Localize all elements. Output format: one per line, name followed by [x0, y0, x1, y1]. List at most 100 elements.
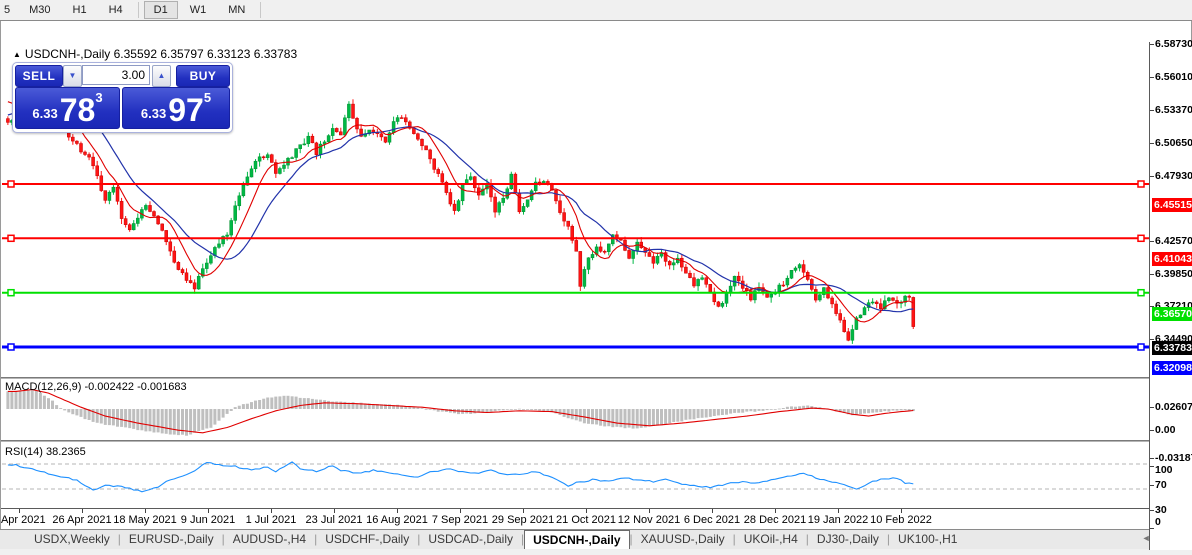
- date-tick-mark: [271, 509, 272, 513]
- hline-handle[interactable]: [1138, 344, 1144, 350]
- date-tick-mark: [397, 509, 398, 513]
- hline-handle[interactable]: [1138, 235, 1144, 241]
- price-tick-label: 6.42570: [1155, 235, 1192, 247]
- period-button-d1[interactable]: D1: [144, 1, 178, 19]
- price-tick-mark: [1150, 44, 1154, 45]
- chart-title-symbol: USDCNH-,Daily: [25, 47, 110, 61]
- date-tick-label: 9 Jun 2021: [181, 514, 235, 526]
- pane-separator-2[interactable]: [1, 440, 1149, 442]
- price-tick-label: 6.47930: [1155, 170, 1192, 182]
- date-tick-mark: [82, 509, 83, 513]
- tab-usdchf-daily[interactable]: USDCHF-,Daily: [317, 530, 417, 549]
- sell-price-button[interactable]: 6.33 78 3: [15, 87, 120, 129]
- period-toolbar: 5M30H1H4 D1W1MN: [0, 0, 1192, 21]
- collapse-triangle-icon[interactable]: ▲: [13, 50, 21, 59]
- bid-main: 78: [60, 95, 96, 125]
- buy-button[interactable]: BUY: [176, 65, 230, 87]
- price-tick-label: 6.53370: [1155, 104, 1192, 116]
- volume-increase-button[interactable]: ▲: [152, 65, 171, 87]
- tab-eurusd-daily[interactable]: EURUSD-,Daily: [121, 530, 222, 549]
- bid-superscript: 3: [95, 90, 102, 105]
- date-tick-label: 23 Jul 2021: [306, 514, 363, 526]
- buy-price-button[interactable]: 6.33 97 5: [122, 87, 230, 129]
- date-tick-mark: [523, 509, 524, 513]
- date-tick-mark: [712, 509, 713, 513]
- sell-button[interactable]: SELL: [15, 65, 63, 87]
- date-tick-mark: [838, 509, 839, 513]
- date-tick-label: 1 Jul 2021: [246, 514, 297, 526]
- price-tick-mark: [1150, 274, 1154, 275]
- rsi-tick-label: 70: [1155, 479, 1167, 491]
- rsi-tick-mark: [1150, 510, 1154, 511]
- price-tick-label: 6.50650: [1155, 137, 1192, 149]
- hline-handle[interactable]: [8, 290, 14, 296]
- date-tick-label: 1 Apr 2021: [0, 514, 46, 526]
- hline-handle[interactable]: [8, 344, 14, 350]
- tab-dj30-daily[interactable]: DJ30-,Daily: [809, 530, 887, 549]
- price-tick-label: 6.58730: [1155, 38, 1192, 50]
- tab-usdx-weekly[interactable]: USDX,Weekly: [26, 530, 118, 549]
- ask-superscript: 5: [204, 90, 211, 105]
- hline-price-label: 6.36570: [1152, 307, 1192, 321]
- ask-prefix: 6.33: [141, 106, 166, 121]
- chart-title-ohlc: 6.35592 6.35797 6.33123 6.33783: [114, 47, 298, 61]
- chart-window: ▲ USDCNH-,Daily 6.35592 6.35797 6.33123 6…: [0, 21, 1192, 529]
- price-tick-mark: [1150, 143, 1154, 144]
- date-tick-mark: [649, 509, 650, 513]
- date-tick-label: 26 Apr 2021: [52, 514, 111, 526]
- volume-input[interactable]: [82, 65, 150, 85]
- date-tick-mark: [460, 509, 461, 513]
- bid-prefix: 6.33: [32, 106, 57, 121]
- macd-tick-mark: [1150, 430, 1154, 431]
- date-tick-label: 10 Feb 2022: [870, 514, 932, 526]
- period-button-mn[interactable]: MN: [218, 1, 255, 19]
- hline-handle[interactable]: [8, 235, 14, 241]
- date-tick-mark: [334, 509, 335, 513]
- rsi-tick-mark: [1150, 485, 1154, 486]
- tab-ukoil-h4[interactable]: UKOil-,H4: [736, 530, 806, 549]
- date-tick-mark: [208, 509, 209, 513]
- tab-xauusd-daily[interactable]: XAUUSD-,Daily: [633, 530, 733, 549]
- period-button-5[interactable]: 5: [1, 1, 17, 19]
- macd-tick-mark: [1150, 458, 1154, 459]
- tab-usdcad-daily[interactable]: USDCAD-,Daily: [420, 530, 521, 549]
- date-tick-label: 16 Aug 2021: [366, 514, 428, 526]
- tab-audusd-h4[interactable]: AUDUSD-,H4: [225, 530, 314, 549]
- tab-usdcnh-daily[interactable]: USDCNH-,Daily: [524, 530, 629, 549]
- period-button-w1[interactable]: W1: [180, 1, 217, 19]
- rsi-tick-label: 30: [1155, 504, 1167, 516]
- hline-price-label: 6.45515: [1152, 198, 1192, 212]
- date-tick-label: 7 Sep 2021: [432, 514, 488, 526]
- rsi-label: RSI(14) 38.2365: [5, 446, 86, 458]
- date-tick-mark: [19, 509, 20, 513]
- date-tick-label: 21 Oct 2021: [556, 514, 616, 526]
- date-tick-mark: [145, 509, 146, 513]
- rsi-tick-mark: [1150, 528, 1154, 529]
- price-tick-label: 6.39850: [1155, 268, 1192, 280]
- period-button-h4[interactable]: H4: [99, 1, 133, 19]
- price-axis[interactable]: 6.587306.560106.533706.506506.479306.425…: [1149, 42, 1192, 550]
- price-tick-label: 6.56010: [1155, 71, 1192, 83]
- date-tick-label: 29 Sep 2021: [492, 514, 554, 526]
- hline-handle[interactable]: [1138, 290, 1144, 296]
- one-click-trading-panel: SELL ▼ ▲ BUY 6.33 78 3 6.33 97 5: [12, 62, 233, 133]
- hline-handle[interactable]: [1138, 181, 1144, 187]
- macd-tick-mark: [1150, 407, 1154, 408]
- date-tick-label: 12 Nov 2021: [618, 514, 680, 526]
- symbol-tab-bar: USDX,Weekly|EURUSD-,Daily|AUDUSD-,H4|USD…: [0, 529, 1192, 549]
- period-button-h1[interactable]: H1: [63, 1, 97, 19]
- price-tick-mark: [1150, 339, 1154, 340]
- date-tick-mark: [901, 509, 902, 513]
- rsi-indicator-pane[interactable]: [2, 443, 1149, 508]
- period-button-m30[interactable]: M30: [19, 1, 60, 19]
- ask-main: 97: [168, 95, 204, 125]
- volume-decrease-button[interactable]: ▼: [63, 65, 82, 87]
- time-axis[interactable]: 1 Apr 202126 Apr 202118 May 20219 Jun 20…: [1, 508, 1149, 529]
- macd-tick-label: 0.00: [1155, 424, 1175, 436]
- tab-uk100-h1[interactable]: UK100-,H1: [890, 530, 965, 549]
- current-price-label: 6.33783: [1152, 341, 1192, 355]
- rsi-tick-label: 0: [1155, 516, 1161, 528]
- macd-tick-label: 0.02607: [1155, 401, 1192, 413]
- hline-handle[interactable]: [8, 181, 14, 187]
- status-strip: [0, 549, 1192, 555]
